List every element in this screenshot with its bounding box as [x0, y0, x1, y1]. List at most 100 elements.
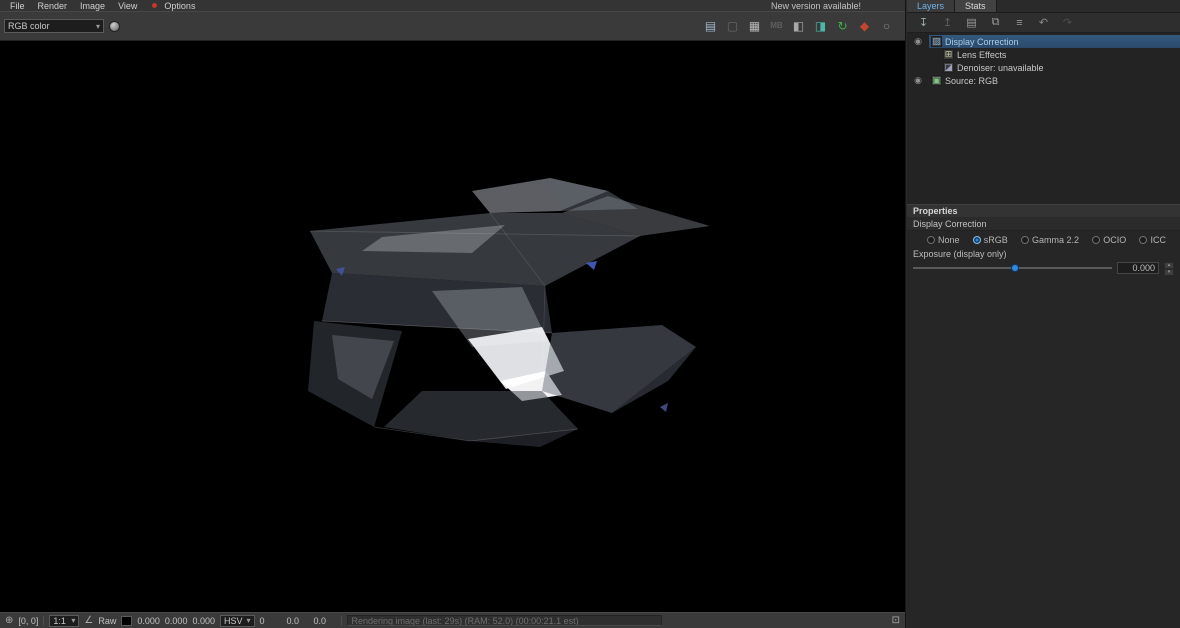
- slider-thumb[interactable]: [1010, 264, 1019, 272]
- channel-select-value: RGB color: [8, 21, 50, 31]
- radio-circle-icon: [972, 235, 981, 244]
- display-window-icon[interactable]: ◧: [790, 18, 807, 35]
- menu-view[interactable]: View: [114, 1, 146, 11]
- pixel-probe-icon[interactable]: ⊕: [5, 615, 13, 626]
- pixel-coords: [0, 0]: [18, 615, 39, 626]
- layer-row-content[interactable]: ⊞ Lens Effects: [941, 48, 1180, 61]
- layer-row-content[interactable]: ◪ Denoiser: unavailable: [941, 61, 1180, 74]
- layer-row-content[interactable]: ▨ Display Correction: [929, 35, 1180, 48]
- exposure-spinner: ▴ ▾: [1164, 262, 1174, 276]
- render-status-message: Rendering image (last: 29s) (RAM: 52.0) …: [346, 615, 662, 626]
- divider: [340, 615, 342, 626]
- exposure-slider[interactable]: [913, 263, 1112, 273]
- raw-label: Raw: [98, 615, 117, 626]
- exposure-label: Exposure (display only): [913, 249, 1007, 259]
- eye-icon[interactable]: ◉: [907, 75, 929, 86]
- menubar: File Render Image View Options New versi…: [0, 0, 905, 11]
- render-viewport[interactable]: [0, 41, 905, 612]
- color-swatch-icon[interactable]: [109, 20, 120, 32]
- zoom-value: 1:1: [53, 615, 66, 626]
- radio-icc[interactable]: ICC: [1139, 235, 1166, 245]
- radio-circle-icon: [1020, 235, 1029, 244]
- chevron-down-icon: ▾: [246, 616, 251, 625]
- radio-label: sRGB: [983, 234, 1008, 245]
- layer-label: Denoiser: unavailable: [957, 62, 1044, 73]
- main-toolbar: RGB color ▾ ▤ ▢ ▦ MB ◧ ◨ ↻ ◆ ○: [0, 11, 905, 41]
- menu-options[interactable]: Options: [160, 1, 204, 11]
- radio-circle-icon: [927, 235, 935, 244]
- eye-icon[interactable]: ◉: [907, 36, 929, 47]
- exposure-value-field[interactable]: 0.000: [1117, 262, 1159, 274]
- picked-color-swatch[interactable]: [121, 615, 133, 626]
- radio-circle-icon: [1092, 235, 1101, 244]
- radio-none[interactable]: None: [927, 235, 960, 245]
- save-image-icon[interactable]: ▤: [702, 18, 719, 35]
- layer-toolbar: ↧ ↥ ▤ ⧉ ≡ ↶ ↷: [907, 13, 1180, 33]
- undo-icon[interactable]: ↶: [1036, 15, 1051, 30]
- lens-effects-icon: ⊞: [943, 49, 954, 60]
- hsv-value-v: 0.0: [313, 615, 327, 626]
- layer-label: Source: RGB: [945, 75, 999, 86]
- radio-label: None: [938, 234, 960, 245]
- exposure-control: 0.000 ▴ ▾: [907, 261, 1180, 276]
- source-rgb-icon: ▣: [931, 75, 942, 86]
- toolbar-icons: ▤ ▢ ▦ MB ◧ ◨ ↻ ◆ ○: [702, 18, 895, 35]
- angle-icon: ∠: [84, 615, 94, 626]
- radio-label: OCIO: [1103, 234, 1127, 245]
- chevron-down-icon: ▾: [71, 616, 76, 625]
- load-layers-icon[interactable]: ↧: [916, 15, 931, 30]
- hsv-value-s: 0.0: [286, 615, 300, 626]
- menu-render[interactable]: Render: [34, 1, 77, 11]
- menu-image[interactable]: Image: [76, 1, 114, 11]
- frame-buffer-window: File Render Image View Options New versi…: [0, 0, 906, 628]
- channel-select[interactable]: RGB color ▾: [4, 19, 104, 33]
- chevron-down-icon: ▾: [95, 21, 100, 31]
- mono-channel-icon[interactable]: MB: [768, 18, 785, 35]
- radio-label: Gamma 2.2: [1031, 234, 1079, 245]
- statusbar-corner-icon[interactable]: ⊡: [892, 615, 900, 626]
- layer-row-display-correction[interactable]: ◉ ▨ Display Correction: [907, 35, 1180, 48]
- region-render-icon[interactable]: ▦: [746, 18, 763, 35]
- render-icon[interactable]: ◆: [856, 18, 873, 35]
- layer-row-denoiser[interactable]: ◪ Denoiser: unavailable: [907, 61, 1180, 74]
- correction-options: None sRGB Gamma 2.2 OCIO ICC: [907, 231, 1180, 248]
- clear-image-icon[interactable]: ▢: [724, 18, 741, 35]
- copy-layers-icon[interactable]: ⧉: [988, 15, 1003, 30]
- layer-label: Display Correction: [945, 36, 1019, 47]
- radio-gamma22[interactable]: Gamma 2.2: [1020, 234, 1079, 245]
- radio-ocio[interactable]: OCIO: [1092, 235, 1126, 245]
- layer-label: Lens Effects: [957, 49, 1007, 60]
- menu-file[interactable]: File: [6, 1, 34, 11]
- new-version-notice[interactable]: New version available!: [771, 1, 861, 11]
- radio-srgb[interactable]: sRGB: [972, 234, 1008, 245]
- radio-circle-icon: [1139, 235, 1148, 244]
- divider: [43, 615, 45, 626]
- tab-layers[interactable]: Layers: [907, 0, 956, 12]
- denoiser-icon: ◪: [943, 62, 954, 73]
- rgb-value-r: 0.000: [137, 615, 160, 626]
- panel-tabs: Layers Stats: [907, 0, 1180, 13]
- layers-panel: Layers Stats ↧ ↥ ▤ ⧉ ≡ ↶ ↷ ◉ ▨ Display C…: [907, 0, 1180, 628]
- redo-icon[interactable]: ↷: [1060, 15, 1075, 30]
- rendered-image: [308, 178, 710, 447]
- hsv-value-h: 0: [259, 615, 265, 626]
- color-mode-select[interactable]: HSV ▾: [219, 614, 255, 627]
- rgb-value-g: 0.000: [164, 615, 188, 626]
- layer-list-icon[interactable]: ≡: [1012, 15, 1027, 30]
- spinner-up-icon[interactable]: ▴: [1164, 262, 1174, 269]
- zoom-select[interactable]: 1:1 ▾: [49, 614, 80, 627]
- panel-empty-area: [907, 275, 1180, 628]
- color-mode-value: HSV: [223, 615, 243, 626]
- radio-label: ICC: [1150, 234, 1166, 245]
- statusbar: ⊕ [0, 0] 1:1 ▾ ∠ Raw 0.000 0.000 0.000 H…: [0, 612, 905, 628]
- render-last-icon[interactable]: ↻: [834, 18, 851, 35]
- layer-row-source-rgb[interactable]: ◉ ▣ Source: RGB: [907, 74, 1180, 87]
- layer-row-lens-effects[interactable]: ⊞ Lens Effects: [907, 48, 1180, 61]
- save-preset-icon[interactable]: ▤: [964, 15, 979, 30]
- tab-stats[interactable]: Stats: [955, 0, 997, 12]
- properties-header: Properties: [907, 204, 1180, 217]
- region-lasso-icon[interactable]: ○: [878, 18, 895, 35]
- save-layers-icon[interactable]: ↥: [940, 15, 955, 30]
- track-mouse-icon[interactable]: ◨: [812, 18, 829, 35]
- layer-row-content[interactable]: ▣ Source: RGB: [929, 74, 1180, 87]
